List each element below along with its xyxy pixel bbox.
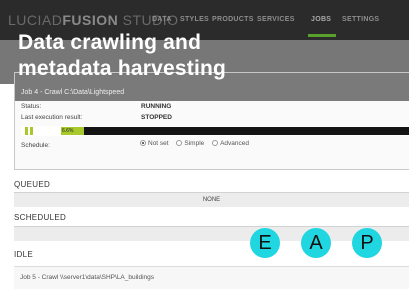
- schedule-option-label: Advanced: [220, 140, 250, 147]
- brand-part-luciad: LUCIAD: [8, 12, 63, 28]
- idle-job-row[interactable]: Job 5 - Crawl \\server1\data\SHP\LA_buil…: [14, 266, 409, 289]
- status-label: Status:: [21, 103, 42, 110]
- badge-e: E: [250, 228, 280, 258]
- radio-dot-icon: [140, 140, 146, 146]
- progress-track: 6.6%: [61, 127, 409, 135]
- schedule-option-label: Simple: [184, 140, 205, 147]
- status-row: Status: RUNNING: [21, 103, 171, 110]
- radio-dot-icon: [176, 140, 183, 146]
- progress-percent: 6.6%: [62, 128, 74, 134]
- nav-item-settings[interactable]: SETTINGS: [342, 16, 379, 23]
- schedule-radio-not-set[interactable]: Not set: [140, 140, 169, 147]
- nav-item-styles[interactable]: STYLES: [180, 16, 209, 23]
- pause-icon[interactable]: [25, 127, 33, 135]
- job-card: Job 4 - Crawl C:\Data\Lightspeed Status:…: [14, 72, 409, 170]
- job-title[interactable]: Job 4 - Crawl C:\Data\Lightspeed: [21, 89, 124, 96]
- nav-active-indicator: [308, 34, 336, 37]
- scheduled-list: [14, 227, 409, 241]
- radio-dot-icon: [212, 140, 219, 146]
- status-value: RUNNING: [141, 103, 172, 110]
- nav-item-products[interactable]: PRODUCTS: [212, 16, 254, 23]
- page-title: Data crawling and metadata harvesting: [18, 30, 226, 82]
- queued-list: NONE: [14, 193, 409, 207]
- schedule-label: Schedule:: [21, 142, 50, 149]
- brand-part-fusion: FUSION: [62, 12, 119, 28]
- page-title-line-2: metadata harvesting: [18, 57, 227, 80]
- queued-heading: QUEUED: [14, 180, 51, 189]
- queued-empty-text: NONE: [202, 197, 221, 203]
- page-title-line-1: Data crawling and: [18, 31, 202, 54]
- schedule-radio-group: Not set Simple Advanced: [140, 140, 255, 147]
- schedule-radio-simple[interactable]: Simple: [176, 140, 204, 147]
- badge-p: P: [352, 228, 382, 258]
- last-result-row: Last execution result: STOPPED: [21, 114, 172, 121]
- last-result-label: Last execution result:: [21, 114, 83, 121]
- last-result-value: STOPPED: [141, 114, 172, 121]
- idle-heading: IDLE: [14, 250, 33, 259]
- schedule-radio-advanced[interactable]: Advanced: [212, 140, 249, 147]
- scheduled-heading: SCHEDULED: [14, 213, 67, 222]
- job-progress: 6.6%: [21, 126, 409, 136]
- schedule-option-label: Not set: [148, 140, 169, 147]
- badge-a: A: [301, 228, 331, 258]
- nav-item-jobs[interactable]: JOBS: [311, 16, 331, 23]
- idle-job-title: Job 5 - Crawl \\server1\data\SHP\LA_buil…: [20, 274, 155, 281]
- nav-item-data[interactable]: DATA: [152, 16, 172, 23]
- nav-item-services[interactable]: SERVICES: [257, 16, 295, 23]
